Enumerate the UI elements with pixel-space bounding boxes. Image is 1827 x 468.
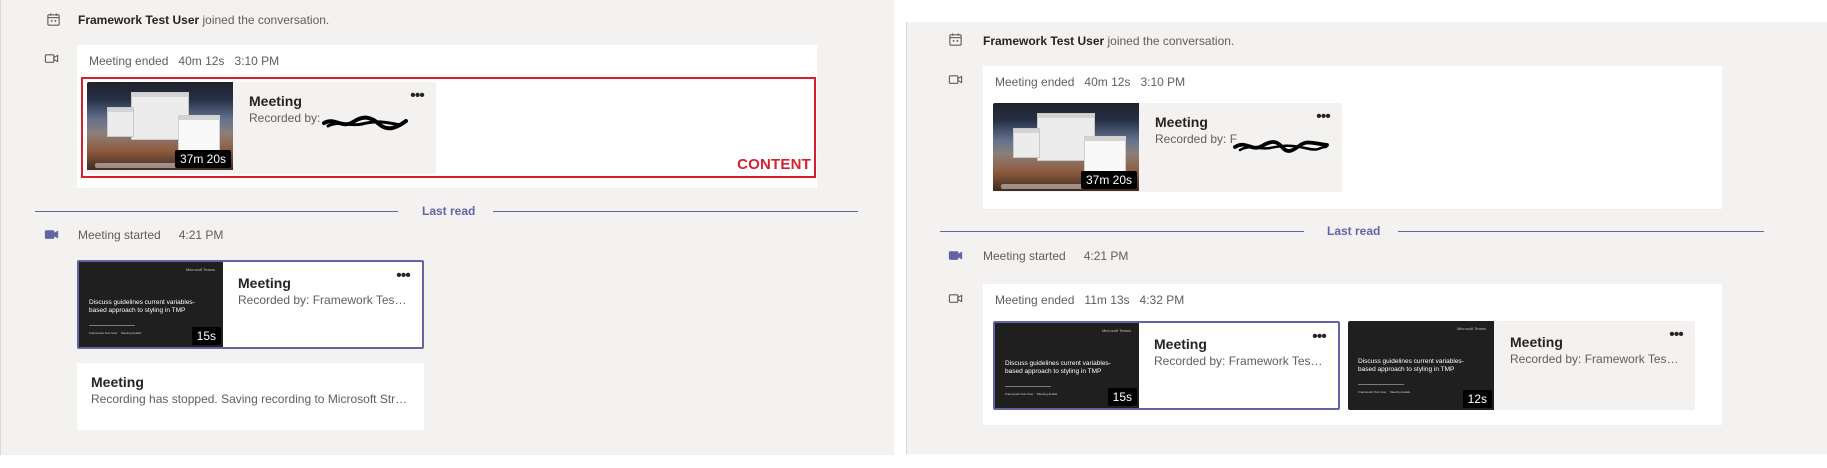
more-options-button[interactable]: •••: [1309, 329, 1329, 345]
meeting-ended-duration: 40m 12s: [1084, 75, 1131, 89]
join-user-name: Framework Test User: [78, 13, 200, 27]
slide-rule: [89, 325, 135, 326]
slide-thumbnail[interactable]: Microsoft Teams Discuss guidelines curre…: [995, 323, 1139, 408]
recording-title: Meeting: [1154, 336, 1207, 352]
slide-thumbnail[interactable]: Microsoft Teams Discuss guidelines curre…: [79, 262, 223, 347]
desktop-window: [1084, 136, 1126, 173]
last-read-line-left: [940, 231, 1304, 232]
recording-recorded-by: Recorded by: Framework Test U...: [238, 293, 408, 307]
more-options-button[interactable]: •••: [1666, 327, 1686, 343]
more-options-button[interactable]: •••: [393, 268, 413, 284]
meeting-started-label: Meeting started: [78, 228, 161, 242]
recording-title: Meeting: [1510, 334, 1563, 350]
slide-footer-right: Meeting details: [121, 331, 142, 335]
recording-card[interactable]: 37m 20s Meeting Recorded by: F •••: [993, 103, 1342, 192]
slide-brand: Microsoft Teams: [1456, 326, 1486, 331]
meeting-ended-label: Meeting ended: [995, 293, 1075, 307]
meeting-ended-time: 4:32 PM: [1139, 293, 1185, 307]
last-read-label: Last read: [1327, 224, 1381, 238]
meeting-ended-duration: 40m 12s: [178, 54, 225, 68]
slide-footer-left: Framework Test User: [89, 331, 118, 335]
started-recording-card[interactable]: Microsoft Teams Discuss guidelines curre…: [77, 260, 424, 349]
recording-duration: 37m 20s: [1080, 171, 1137, 189]
content-highlight-box: CONTENT: [81, 77, 816, 178]
last-read-line-left: [35, 211, 398, 212]
slide-rule: [1358, 384, 1404, 385]
recording-card[interactable]: Microsoft Teams Discuss guidelines curre…: [1348, 321, 1695, 410]
desktop-window: [1013, 128, 1040, 158]
meeting-ended-header: Meeting ended 11m 13s 4:32 PM: [995, 292, 1194, 308]
recording-duration: 15s: [191, 327, 221, 345]
join-message: Framework Test User joined the conversat…: [983, 33, 1234, 49]
meeting-started-time: 4:21 PM: [1083, 249, 1129, 263]
recording-duration: 15s: [1107, 388, 1137, 406]
meeting-started-label: Meeting started: [983, 249, 1066, 263]
meeting-ended-time: 3:10 PM: [1140, 75, 1186, 89]
last-read-line-right: [493, 211, 858, 212]
video-camera-icon: [948, 75, 963, 84]
second-ended-meeting-block: Meeting ended 11m 13s 4:32 PM Microsoft Te…: [983, 284, 1722, 425]
ended-meeting-block: Meeting ended 40m 12s 3:10 PM 37m 20s Meet…: [77, 45, 817, 188]
meeting-ended-header: Meeting ended 40m 12s 3:10 PM: [89, 53, 289, 69]
slide-title: Discuss guidelines current variables-bas…: [1358, 358, 1464, 373]
meeting-ended-label: Meeting ended: [89, 54, 169, 68]
content-label: CONTENT: [737, 156, 811, 173]
slide-brand: Microsoft Teams: [1101, 328, 1131, 333]
meeting-started-row: Meeting started 4:21 PM: [983, 248, 1128, 264]
slide-footer-right: Meeting details: [1390, 390, 1411, 394]
join-user-name: Framework Test User: [983, 34, 1105, 48]
video-camera-icon: [948, 294, 963, 303]
slide-brand: Microsoft Teams: [185, 267, 215, 272]
last-read-line-right: [1398, 231, 1764, 232]
recording-title: Meeting: [1155, 114, 1208, 130]
recording-thumbnail[interactable]: 37m 20s: [993, 103, 1139, 191]
meeting-started-row: Meeting started 4:21 PM: [78, 227, 223, 243]
slide-title: Discuss guidelines current variables-bas…: [89, 299, 195, 314]
meeting-ended-duration: 11m 13s: [1084, 293, 1130, 307]
slide-footer-left: Framework Test User: [1358, 390, 1387, 394]
slide-footer-left: Framework Test User: [1005, 392, 1034, 396]
status-text: Recording has stopped. Saving recording …: [91, 392, 410, 406]
video-camera-icon: [44, 230, 59, 239]
meeting-started-time: 4:21 PM: [178, 228, 224, 242]
calendar-people-icon: [949, 33, 962, 46]
recording-title: Meeting: [238, 275, 291, 291]
recording-card-selected[interactable]: Microsoft Teams Discuss guidelines curre…: [993, 321, 1340, 410]
recording-card-body: Meeting Recorded by: Framework Test U...: [1154, 335, 1324, 369]
right-conversation-pane: Framework Test User joined the conversat…: [906, 22, 1827, 454]
status-title: Meeting: [91, 374, 144, 390]
last-read-label: Last read: [422, 204, 476, 218]
meeting-ended-time: 3:10 PM: [234, 54, 280, 68]
meeting-ended-header: Meeting ended 40m 12s 3:10 PM: [995, 74, 1195, 90]
slide-thumbnail[interactable]: Microsoft Teams Discuss guidelines curre…: [1348, 321, 1494, 410]
video-camera-icon: [948, 251, 963, 260]
slide-rule: [1005, 386, 1051, 387]
recording-duration: 12s: [1462, 390, 1492, 408]
calendar-people-icon: [47, 13, 60, 26]
redaction-scribble: [1233, 140, 1329, 153]
video-camera-icon: [44, 54, 59, 63]
ended-meeting-block: Meeting ended 40m 12s 3:10 PM 37m 20s Meet…: [983, 66, 1722, 209]
recording-recorded-by: Recorded by: Framework Test U...: [1154, 354, 1324, 368]
recording-card-body: Meeting Recorded by: Framework Test U...: [1510, 333, 1681, 367]
join-message-text: joined the conversation.: [199, 13, 330, 27]
started-card-body: Meeting Recorded by: Framework Test U...: [238, 274, 408, 308]
meeting-ended-label: Meeting ended: [995, 75, 1075, 89]
recording-recorded-by: Recorded by: Framework Test U...: [1510, 352, 1681, 366]
recording-status-card[interactable]: Meeting Recording has stopped. Saving re…: [77, 363, 424, 430]
more-options-button[interactable]: •••: [1313, 109, 1333, 125]
join-message-text: joined the conversation.: [1104, 34, 1235, 48]
slide-footer-right: Meeting details: [1037, 392, 1058, 396]
left-conversation-pane: Framework Test User joined the conversat…: [0, 0, 894, 455]
slide-title: Discuss guidelines current variables-bas…: [1005, 360, 1111, 375]
join-message: Framework Test User joined the conversat…: [78, 12, 329, 28]
